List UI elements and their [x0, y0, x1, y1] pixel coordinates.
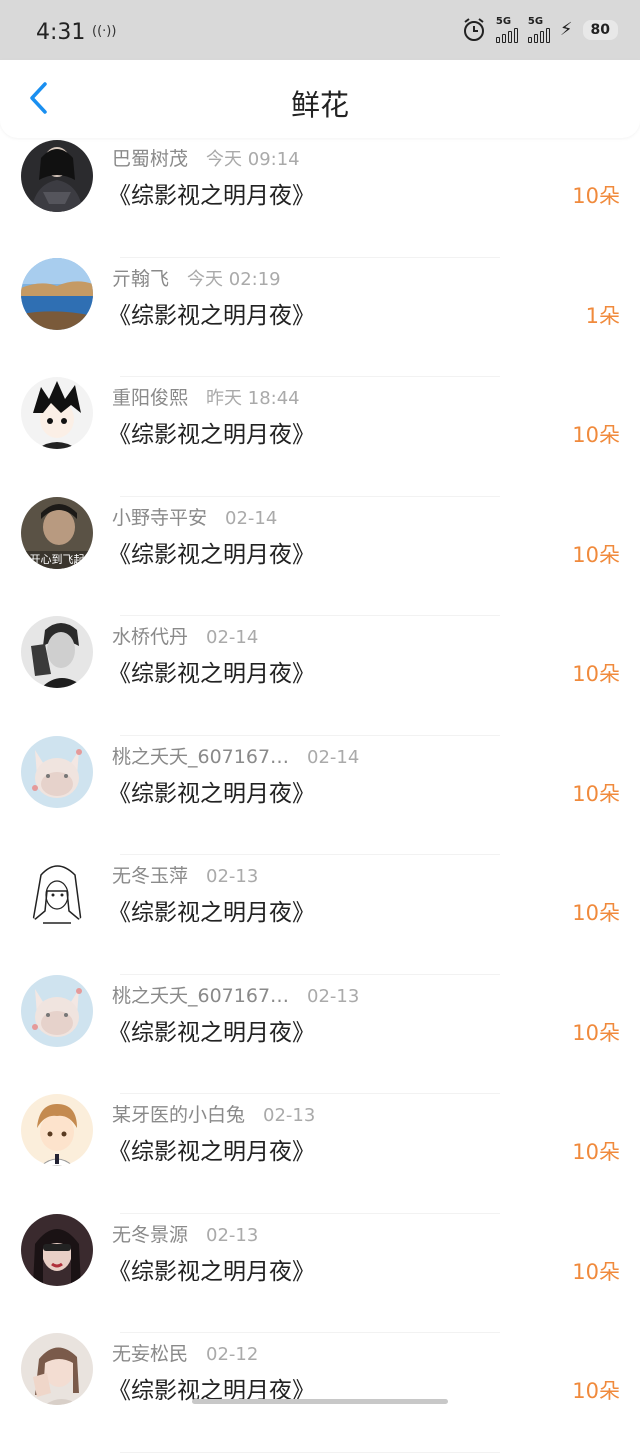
- book-title: 《综影视之明月夜》: [108, 1258, 315, 1285]
- page-title: 鲜花: [290, 88, 349, 122]
- timestamp: 02-12: [206, 1344, 259, 1365]
- item-meta: 某牙医的小白兔 02-13: [112, 1100, 315, 1127]
- flower-count: 10朵: [572, 901, 620, 925]
- status-bar: 4:31 ((·)) 5G 5G ⚡ 80: [0, 0, 640, 60]
- list-item[interactable]: 无妄松民 02-12 《综影视之明月夜》 10朵: [0, 1333, 640, 1453]
- list-item[interactable]: 桃之夭夭_607167… 02-14 《综影视之明月夜》 10朵: [0, 735, 640, 855]
- book-title: 《综影视之明月夜》: [108, 302, 315, 329]
- timestamp: 02-13: [206, 866, 259, 887]
- avatar[interactable]: [21, 974, 93, 1047]
- user-name[interactable]: 亓翰飞: [112, 264, 169, 291]
- book-title: 《综影视之明月夜》: [108, 183, 315, 209]
- status-time: 4:31: [36, 20, 86, 45]
- user-name[interactable]: 水桥代丹: [112, 622, 188, 649]
- book-title: 《综影视之明月夜》: [108, 541, 315, 568]
- avatar[interactable]: [21, 1333, 93, 1405]
- item-meta: 亓翰飞 今天 02:19: [112, 264, 281, 291]
- item-meta: 无冬玉萍 02-13: [112, 861, 258, 888]
- signal-5g-1: 5G: [495, 16, 518, 43]
- book-title: 《综影视之明月夜》: [108, 1139, 315, 1165]
- user-name[interactable]: 桃之夭夭_607167…: [112, 742, 289, 769]
- timestamp: 02-14: [307, 746, 360, 768]
- avatar[interactable]: 开心到飞起: [21, 496, 93, 569]
- timestamp: 02-13: [263, 1105, 316, 1126]
- item-meta: 水桥代丹 02-14: [112, 622, 258, 649]
- flower-count: 1朵: [585, 303, 620, 328]
- flower-count: 10朵: [572, 1140, 620, 1164]
- list-item[interactable]: 无冬玉萍 02-13 《综影视之明月夜》 10朵: [0, 855, 640, 975]
- list-item[interactable]: 开心到飞起 小野寺平安 02-14 《综影视之明月夜》 10朵: [0, 496, 640, 616]
- list-item[interactable]: 巴蜀树茂 今天 09:14 《综影视之明月夜》 10朵: [0, 138, 640, 258]
- flower-record-list: 巴蜀树茂 今天 09:14 《综影视之明月夜》 10朵 亓翰飞 今天 02:19 《综影视之…: [0, 138, 640, 1453]
- home-indicator[interactable]: [192, 1399, 448, 1404]
- flower-count: 10朵: [572, 662, 620, 686]
- flower-count: 10朵: [572, 184, 620, 208]
- signal-label: 5G: [495, 16, 512, 27]
- signal-label: 5G: [527, 16, 544, 27]
- flower-count: 10朵: [572, 781, 620, 806]
- avatar[interactable]: [21, 140, 93, 212]
- flower-count: 10朵: [572, 542, 620, 567]
- list-item[interactable]: 亓翰飞 今天 02:19 《综影视之明月夜》 1朵: [0, 257, 640, 377]
- hotspot-icon: ((·)): [92, 24, 117, 39]
- item-meta: 无冬景源 02-13: [112, 1220, 258, 1247]
- timestamp: 02-13: [307, 985, 360, 1007]
- user-name[interactable]: 桃之夭夭_607167…: [112, 981, 289, 1008]
- user-name[interactable]: 无妄松民: [112, 1339, 188, 1366]
- item-meta: 小野寺平安 02-14: [112, 503, 277, 530]
- list-item[interactable]: 重阳俊熙 昨天 18:44 《综影视之明月夜》 10朵: [0, 377, 640, 497]
- list-item[interactable]: 水桥代丹 02-14 《综影视之明月夜》 10朵: [0, 616, 640, 736]
- book-title: 《综影视之明月夜》: [108, 1019, 315, 1046]
- item-meta: 重阳俊熙 昨天 18:44: [112, 383, 300, 410]
- status-indicators: 5G 5G ⚡ 80: [462, 16, 618, 43]
- signal-5g-2: 5G: [527, 16, 550, 43]
- user-name[interactable]: 巴蜀树茂: [112, 144, 188, 171]
- avatar[interactable]: [21, 735, 93, 808]
- flower-count: 10朵: [572, 1379, 620, 1403]
- item-meta: 桃之夭夭_607167… 02-14: [112, 742, 359, 769]
- list-item[interactable]: 桃之夭夭_607167… 02-13 《综影视之明月夜》 10朵: [0, 974, 640, 1094]
- item-meta: 无妄松民 02-12: [112, 1339, 258, 1366]
- flower-count: 10朵: [572, 1259, 620, 1284]
- item-meta: 巴蜀树茂 今天 09:14: [112, 144, 300, 171]
- timestamp: 昨天 18:44: [206, 388, 300, 409]
- item-meta: 桃之夭夭_607167… 02-13: [112, 981, 359, 1008]
- flower-count: 10朵: [572, 423, 620, 447]
- user-name[interactable]: 某牙医的小白兔: [112, 1100, 245, 1127]
- user-name[interactable]: 重阳俊熙: [112, 383, 188, 410]
- signal-bars-icon: [527, 27, 550, 43]
- svg-text:开心到飞起: 开心到飞起: [30, 553, 85, 566]
- charging-bolt-icon: ⚡: [559, 19, 573, 40]
- avatar[interactable]: [21, 1213, 93, 1286]
- list-item[interactable]: 某牙医的小白兔 02-13 《综影视之明月夜》 10朵: [0, 1094, 640, 1214]
- timestamp: 02-14: [225, 507, 278, 529]
- signal-bars-icon: [495, 27, 518, 43]
- list-item[interactable]: 无冬景源 02-13 《综影视之明月夜》 10朵: [0, 1213, 640, 1333]
- user-name[interactable]: 无冬景源: [112, 1220, 188, 1247]
- avatar[interactable]: [21, 616, 93, 688]
- battery-level: 80: [582, 19, 618, 40]
- book-title: 《综影视之明月夜》: [108, 900, 315, 926]
- avatar[interactable]: [21, 1094, 93, 1166]
- avatar[interactable]: [21, 377, 93, 449]
- avatar[interactable]: [21, 257, 93, 330]
- user-name[interactable]: 无冬玉萍: [112, 861, 188, 888]
- book-title: 《综影视之明月夜》: [108, 422, 315, 448]
- alarm-icon: [463, 17, 484, 41]
- book-title: 《综影视之明月夜》: [108, 780, 315, 807]
- divider: [120, 1451, 500, 1453]
- user-name[interactable]: 小野寺平安: [112, 503, 207, 530]
- book-title: 《综影视之明月夜》: [108, 661, 315, 687]
- avatar[interactable]: [21, 855, 93, 927]
- nav-header: 鲜花: [0, 60, 640, 138]
- timestamp: 今天 09:14: [206, 149, 300, 170]
- timestamp: 02-13: [206, 1224, 259, 1246]
- flower-count: 10朵: [572, 1020, 620, 1045]
- timestamp: 02-14: [206, 627, 259, 648]
- timestamp: 今天 02:19: [187, 268, 281, 290]
